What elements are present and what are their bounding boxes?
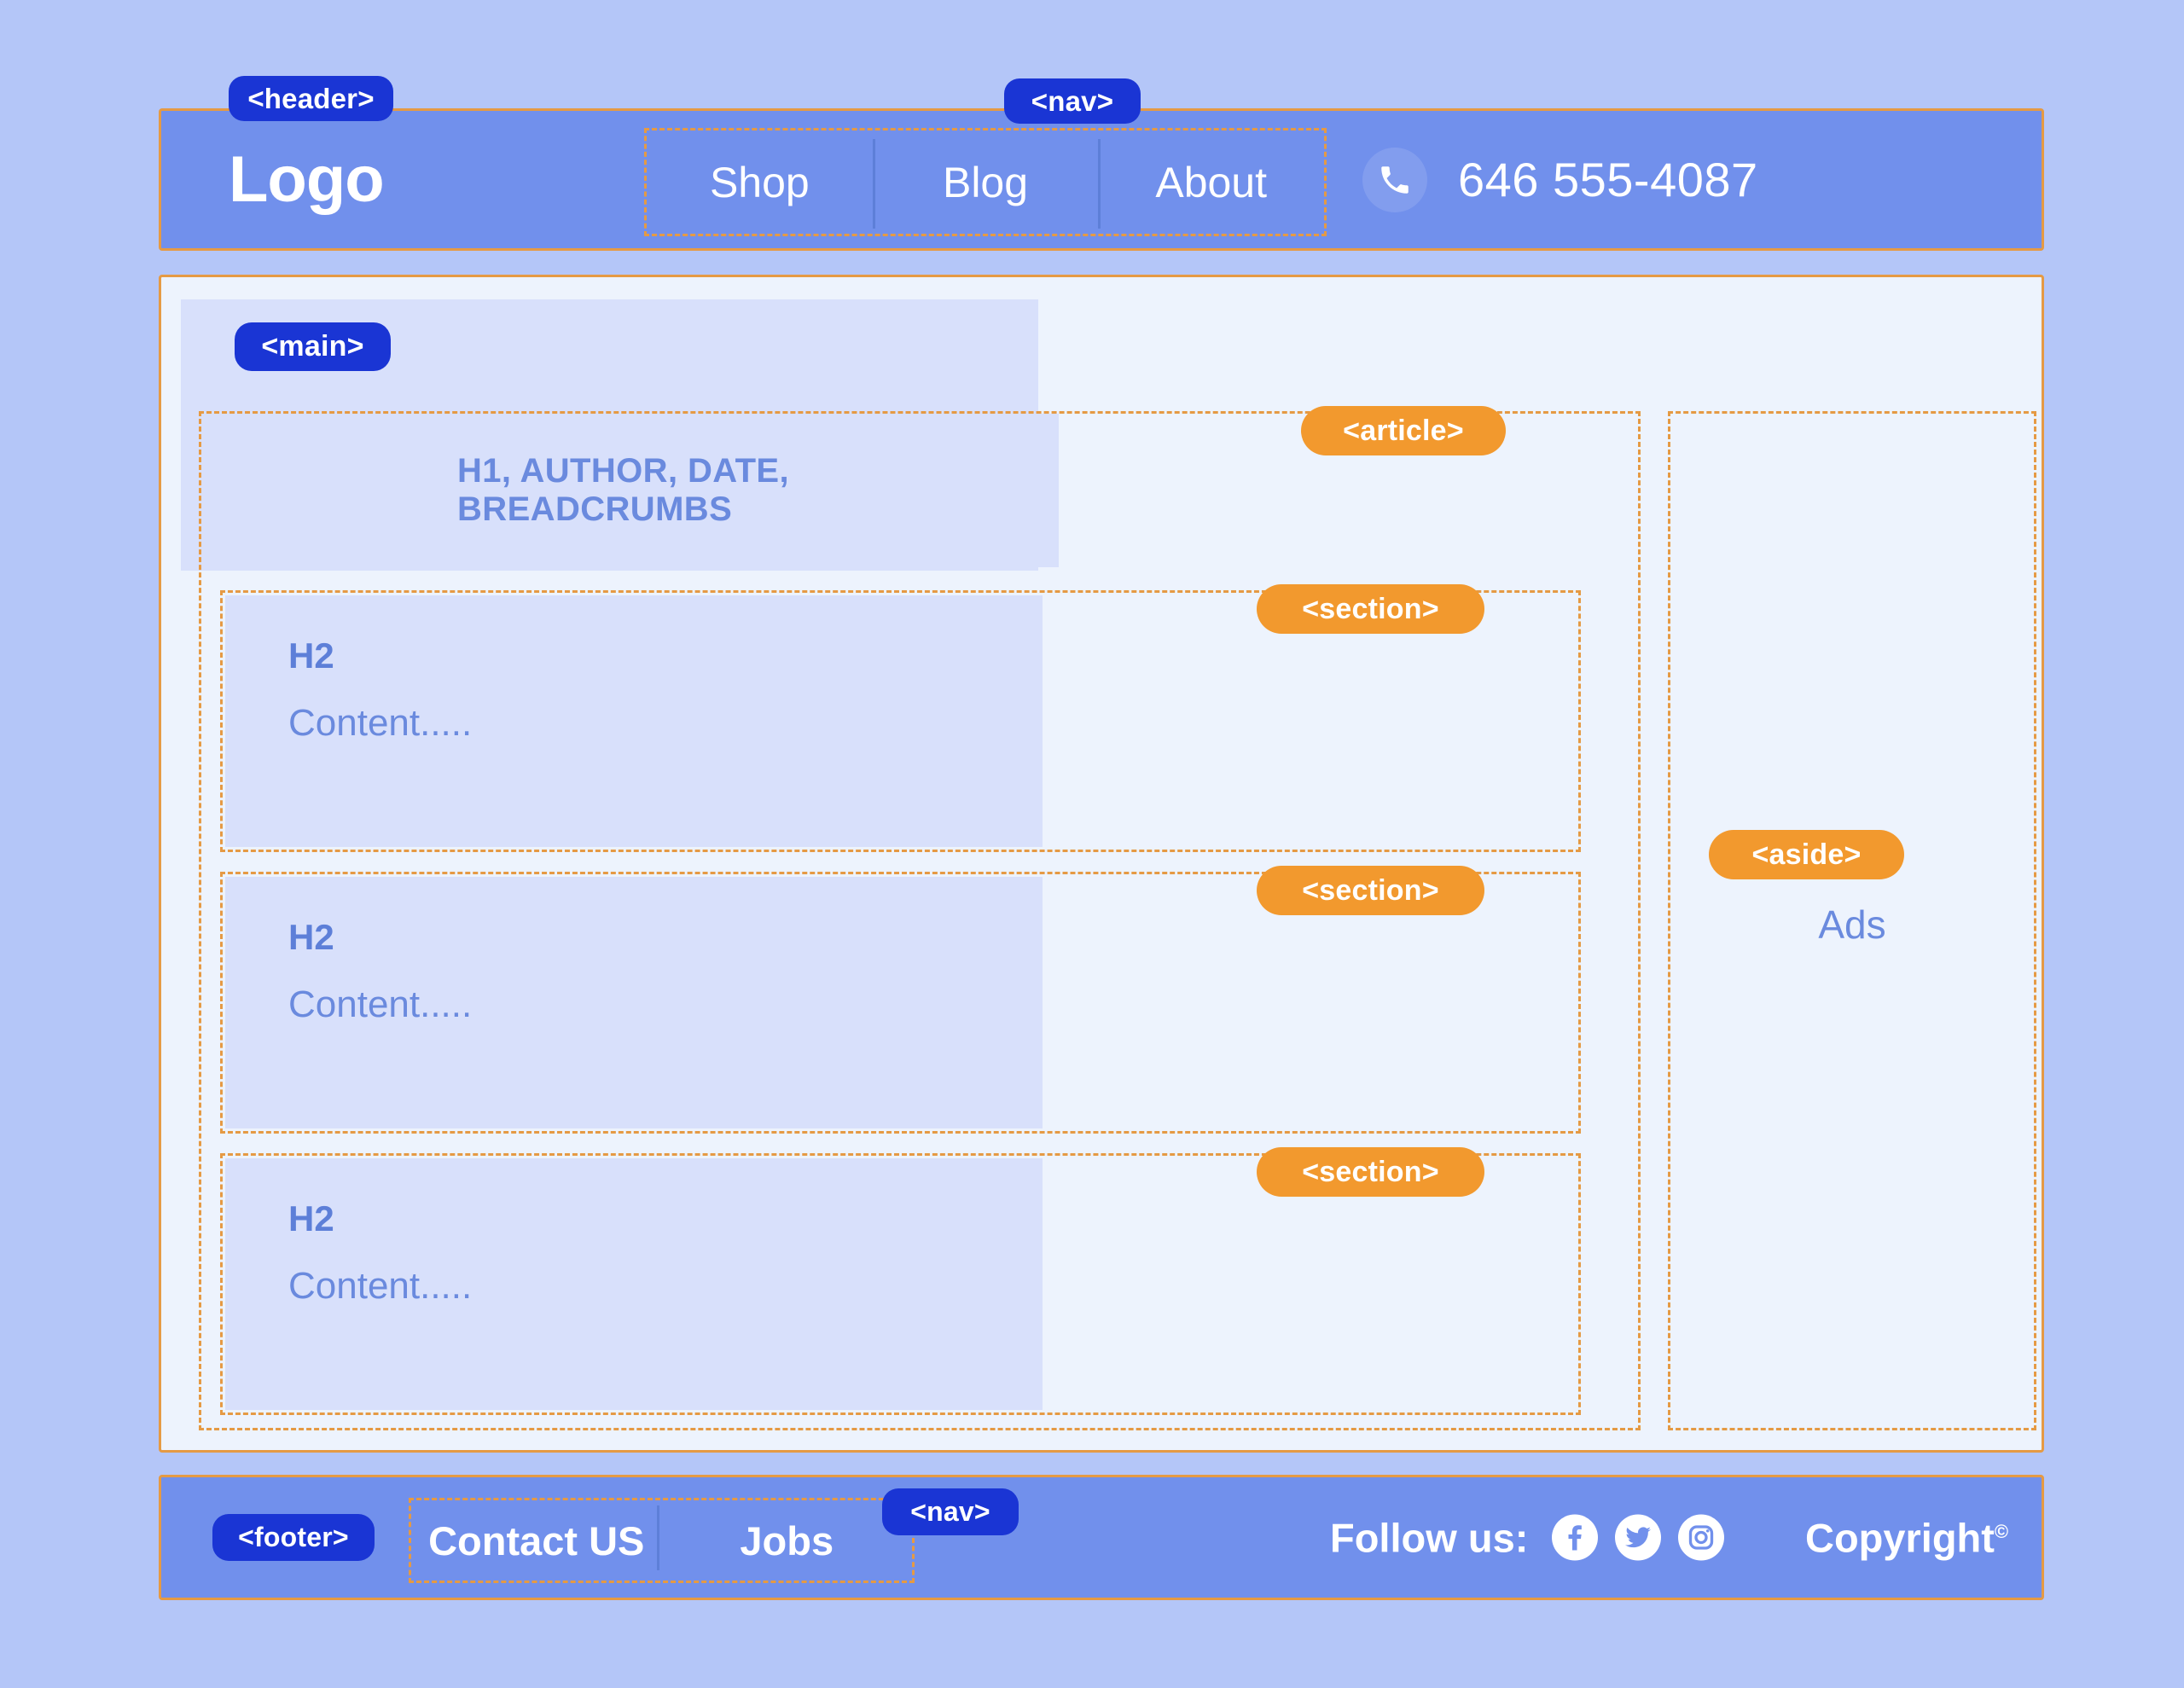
- tag-section-2: <section>: [1257, 866, 1484, 915]
- tag-header-nav: <nav>: [1004, 78, 1141, 124]
- twitter-icon[interactable]: [1615, 1514, 1662, 1561]
- nav-item-shop[interactable]: Shop: [647, 158, 873, 207]
- facebook-icon[interactable]: [1552, 1514, 1599, 1561]
- aside-label: Ads: [1818, 902, 1886, 947]
- footer-region: <footer> <nav> Contact US Jobs Follow us…: [159, 1475, 2044, 1600]
- section-region-3: <section> H2 Content.....: [220, 1147, 1581, 1415]
- semantic-html-layout-diagram: <header> Logo <nav> Shop Blog About 646 …: [0, 0, 2184, 1688]
- section-body-2: Content.....: [288, 983, 473, 1025]
- phone-icon: [1362, 147, 1427, 212]
- section-region-1: <section> H2 Content.....: [220, 584, 1581, 852]
- copyright: Copyright©: [1805, 1514, 2008, 1561]
- header-nav: Shop Blog About: [644, 128, 1327, 236]
- tag-main: <main>: [235, 322, 391, 371]
- section-region-2: <section> H2 Content.....: [220, 866, 1581, 1134]
- copyright-text: Copyright: [1805, 1515, 1995, 1560]
- section-body-3: Content.....: [288, 1265, 473, 1307]
- article-headline: H1, AUTHOR, DATE, BREADCRUMBS: [457, 452, 790, 528]
- nav-item-about[interactable]: About: [1098, 138, 1324, 229]
- section-content-3: H2 Content.....: [225, 1158, 1043, 1410]
- tag-section-3: <section>: [1257, 1147, 1484, 1197]
- tag-aside: <aside>: [1709, 830, 1904, 879]
- tag-footer: <footer>: [212, 1514, 375, 1561]
- nav-item-blog[interactable]: Blog: [872, 138, 1099, 229]
- section-heading-2: H2: [288, 917, 334, 957]
- section-content-2: H2 Content.....: [225, 877, 1043, 1128]
- tag-header: <header>: [229, 76, 393, 121]
- article-headline-block: H1, AUTHOR, DATE, BREADCRUMBS: [201, 414, 1059, 567]
- section-heading-3: H2: [288, 1198, 334, 1238]
- phone-group[interactable]: 646 555-4087: [1362, 147, 1758, 212]
- main-region: <main> <article> H1, AUTHOR, DATE, BREAD…: [159, 275, 2044, 1453]
- tag-section-1: <section>: [1257, 584, 1484, 634]
- follow-us-label: Follow us:: [1330, 1515, 1529, 1560]
- footer-nav: Contact US Jobs: [409, 1498, 915, 1583]
- follow-us-group: Follow us:: [1330, 1514, 1725, 1561]
- tag-article: <article>: [1301, 406, 1506, 455]
- section-content-1: H2 Content.....: [225, 595, 1043, 847]
- section-body-1: Content.....: [288, 702, 473, 744]
- section-heading-1: H2: [288, 635, 334, 676]
- header-region: Logo <nav> Shop Blog About 646 555-4087: [159, 78, 2044, 251]
- aside-region: <aside> Ads: [1668, 411, 2036, 1430]
- copyright-mark: ©: [1994, 1520, 2009, 1542]
- article-region: <article> H1, AUTHOR, DATE, BREADCRUMBS …: [199, 406, 1641, 1430]
- footer-link-contact-us[interactable]: Contact US: [411, 1517, 662, 1564]
- logo[interactable]: Logo: [229, 147, 385, 212]
- footer-link-jobs[interactable]: Jobs: [656, 1505, 913, 1570]
- phone-number[interactable]: 646 555-4087: [1458, 152, 1758, 207]
- instagram-icon[interactable]: [1678, 1514, 1725, 1561]
- tag-footer-nav: <nav>: [882, 1488, 1019, 1535]
